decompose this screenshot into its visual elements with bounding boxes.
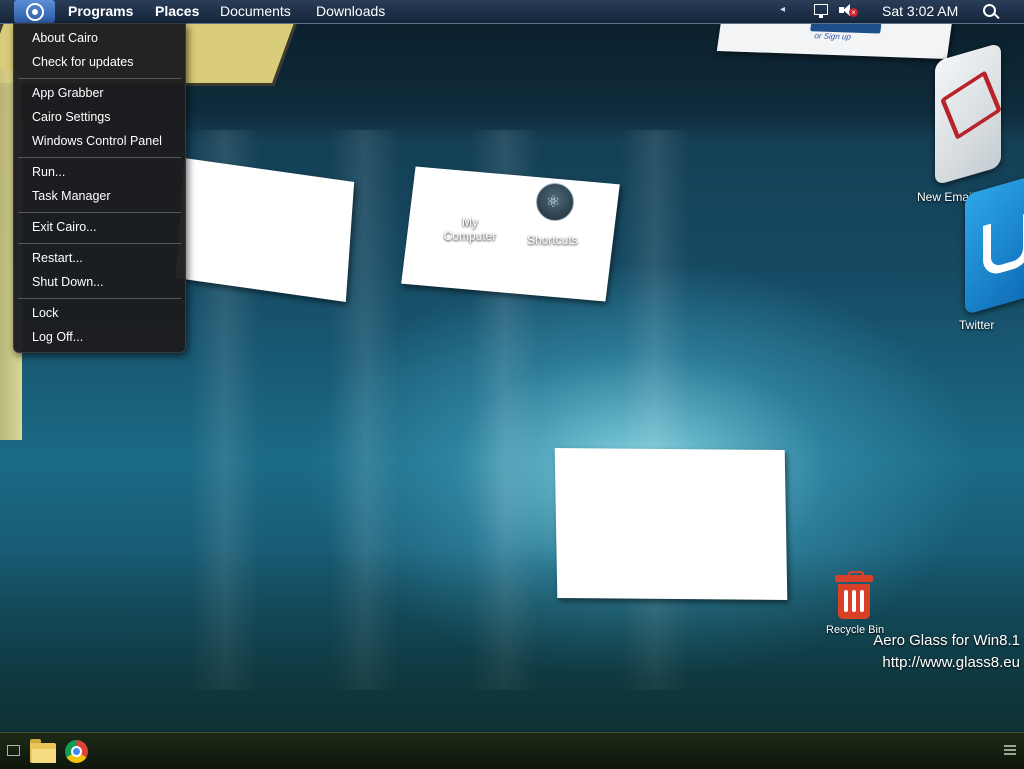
taskbar-menu-icon[interactable] [1004,745,1016,755]
menu-separator [18,243,181,244]
menu-item-cairo-settings[interactable]: Cairo Settings [32,110,111,124]
file-explorer-icon[interactable] [30,739,56,763]
watermark-line-2: http://www.glass8.eu [882,654,1020,671]
watermark-line-1: Aero Glass for Win8.1 [873,632,1020,649]
search-icon[interactable] [983,4,1000,20]
cairo-logo-icon [26,3,44,21]
recycle-bin-icon[interactable] [833,571,875,621]
menu-item-app-grabber[interactable]: App Grabber [32,86,104,100]
desktop-card[interactable] [175,158,355,302]
menu-item-exit-cairo[interactable]: Exit Cairo... [32,220,97,234]
menu-item-about-cairo[interactable]: About Cairo [32,31,98,45]
twitter-label[interactable]: Twitter [959,318,994,332]
desktop-card[interactable] [554,447,788,601]
menu-item-run[interactable]: Run... [32,165,65,179]
cairo-dropdown-menu: About Cairo Check for updates App Grabbe… [13,23,186,353]
volume-muted-icon[interactable]: × [839,3,858,19]
menu-downloads[interactable]: Downloads [316,3,385,19]
menu-separator [18,298,181,299]
tray-expand-icon[interactable]: ◂ [780,4,785,15]
menu-item-lock[interactable]: Lock [32,306,58,320]
network-icon[interactable] [814,4,830,18]
menu-documents[interactable]: Documents [220,3,291,19]
desktop-card[interactable] [401,166,620,302]
watermark: Aero Glass for Win8.1 http://www.glass8.… [873,630,1020,674]
menu-programs[interactable]: Programs [68,3,133,19]
new-email-tile[interactable] [935,42,1002,186]
signup-link[interactable]: or Sign up [814,31,852,41]
chrome-icon[interactable] [65,740,88,763]
menu-item-task-manager[interactable]: Task Manager [32,189,111,203]
menu-separator [18,157,181,158]
my-computer-icon-label[interactable]: My Computer [438,215,502,243]
menu-places[interactable]: Places [155,3,199,19]
shortcuts-icon[interactable]: ⚛ [536,183,574,221]
twitter-tile[interactable] [965,174,1024,316]
menu-item-log-off[interactable]: Log Off... [32,330,83,344]
menu-item-windows-control-panel[interactable]: Windows Control Panel [32,134,162,148]
menu-separator [18,78,181,79]
menu-item-shut-down[interactable]: Shut Down... [32,275,104,289]
envelope-icon [940,70,1002,141]
show-desktop-icon[interactable] [7,745,20,756]
menu-separator [18,212,181,213]
twitter-icon [983,212,1024,278]
menu-item-check-for-updates[interactable]: Check for updates [32,55,133,69]
menu-bar: Programs Places Documents Downloads ◂ × … [0,0,1024,24]
menu-item-restart[interactable]: Restart... [32,251,83,265]
taskbar [0,732,1024,769]
clock[interactable]: Sat 3:02 AM [882,3,958,19]
cairo-menu-button[interactable] [14,0,55,23]
shortcuts-label[interactable]: Shortcuts [527,233,578,247]
